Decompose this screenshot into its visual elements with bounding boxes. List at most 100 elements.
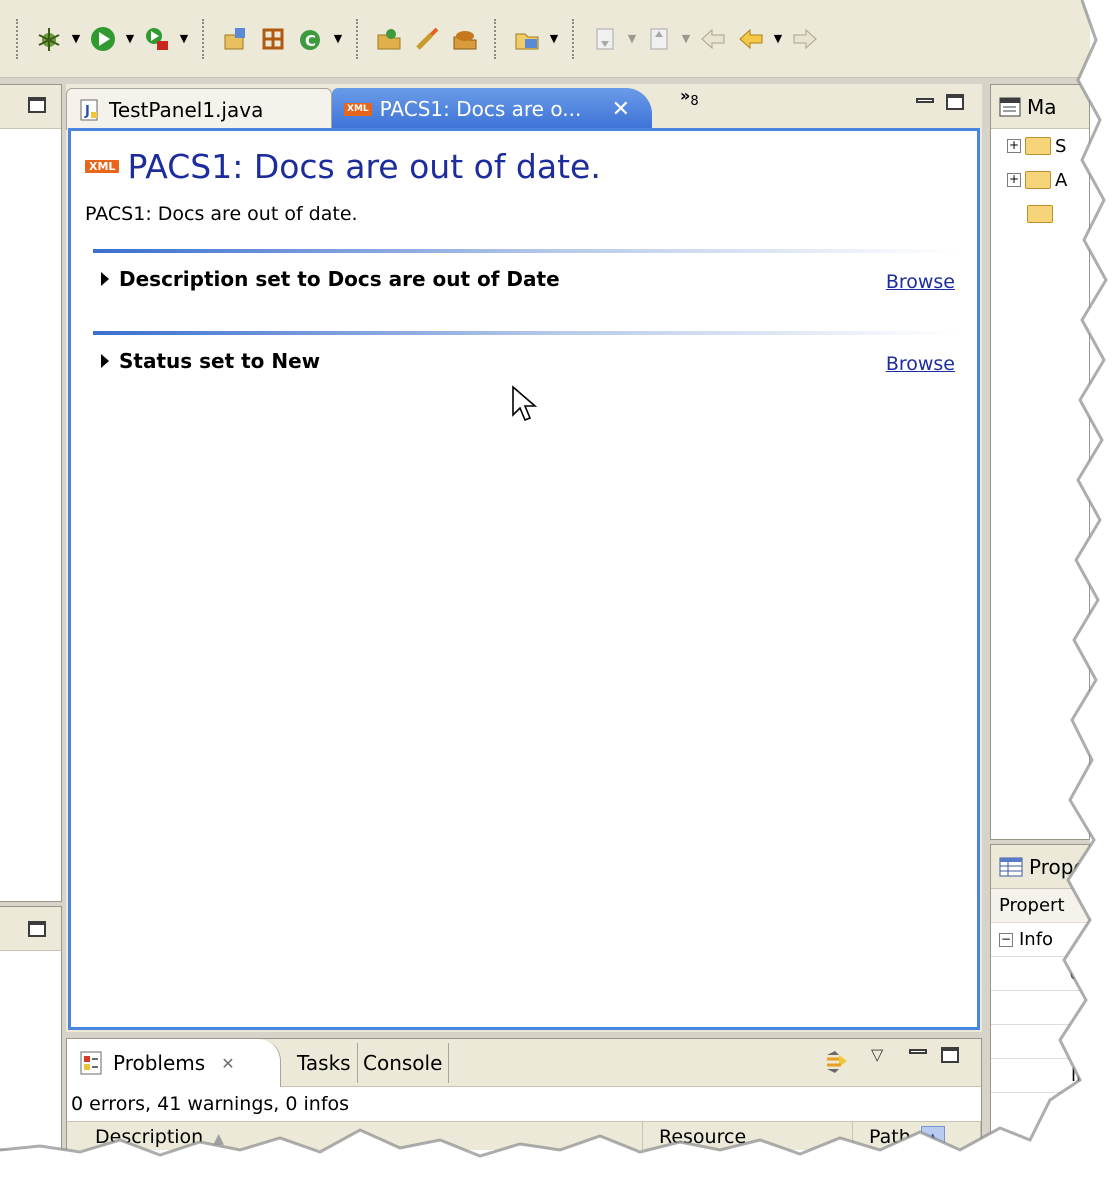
minimize-icon[interactable] bbox=[909, 1049, 927, 1054]
section-toggle[interactable]: Status set to New bbox=[101, 349, 320, 373]
section-description: Description set to Docs are out of Date … bbox=[93, 249, 959, 293]
right-view-upper-header[interactable]: Ma bbox=[991, 85, 1089, 129]
tab-testpanel1-java[interactable]: J TestPanel1.java bbox=[66, 88, 332, 130]
column-resource[interactable]: Resource bbox=[643, 1122, 853, 1150]
tab-overflow-chevron[interactable]: »8 bbox=[680, 86, 699, 109]
close-icon[interactable]: ✕ bbox=[612, 97, 630, 122]
open-perspective-dropdown-icon[interactable]: ▼ bbox=[548, 21, 560, 57]
tree-item-label: S bbox=[1055, 135, 1067, 157]
tab-label: Tasks bbox=[297, 1051, 351, 1075]
browse-link[interactable]: Browse bbox=[886, 353, 955, 375]
problems-table-header: Description ▲ Resource Path ▲ bbox=[67, 1121, 981, 1150]
toolbar-grip[interactable] bbox=[16, 18, 20, 59]
tree-item-label: A bbox=[1055, 169, 1068, 191]
last-edit-location-icon[interactable] bbox=[696, 21, 730, 57]
maximize-icon[interactable] bbox=[946, 94, 964, 110]
browse-link[interactable]: Browse bbox=[886, 271, 955, 293]
external-tools-icon[interactable] bbox=[140, 21, 174, 57]
toolbar-grip[interactable] bbox=[494, 18, 498, 59]
editor-area: J TestPanel1.java XML PACS1: Docs are o.… bbox=[66, 84, 982, 1032]
task-editor-form: XML PACS1: Docs are out of date. PACS1: … bbox=[68, 128, 980, 1030]
section-status: Status set to New Browse bbox=[93, 331, 959, 375]
xml-icon: XML bbox=[85, 160, 120, 173]
open-perspective-icon[interactable] bbox=[510, 21, 544, 57]
previous-annotation-icon[interactable] bbox=[642, 21, 676, 57]
toolbar-grip[interactable] bbox=[356, 18, 360, 59]
previous-annotation-dropdown-icon[interactable]: ▼ bbox=[680, 21, 692, 57]
debug-dropdown-icon[interactable]: ▼ bbox=[70, 21, 82, 57]
tree-item[interactable]: + A bbox=[991, 163, 1089, 197]
overflow-count: 8 bbox=[690, 94, 699, 110]
problems-summary: 0 errors, 41 warnings, 0 infos bbox=[71, 1093, 350, 1115]
tree-item[interactable]: + S bbox=[991, 129, 1089, 163]
problems-view: Problems ✕ Tasks Console ▽ 0 errors, 41 … bbox=[66, 1038, 982, 1150]
expand-arrow-icon[interactable] bbox=[101, 354, 109, 368]
section-heading: Status set to New bbox=[119, 349, 321, 373]
editor-tab-bar: J TestPanel1.java XML PACS1: Docs are o.… bbox=[66, 84, 982, 130]
open-task-icon[interactable] bbox=[448, 21, 482, 57]
view-title: Prope bbox=[1029, 854, 1086, 879]
column-label: Resource bbox=[659, 1126, 747, 1148]
close-icon[interactable]: ✕ bbox=[221, 1054, 234, 1073]
left-view-upper bbox=[0, 84, 62, 902]
open-type-icon[interactable] bbox=[372, 21, 406, 57]
new-project-icon[interactable] bbox=[218, 21, 252, 57]
problems-tab-bar: Problems ✕ Tasks Console ▽ bbox=[67, 1039, 981, 1087]
properties-view-header[interactable]: Prope bbox=[991, 845, 1089, 889]
column-label: Description bbox=[95, 1126, 204, 1148]
folder-icon bbox=[1025, 137, 1051, 155]
tree-item[interactable] bbox=[991, 197, 1089, 231]
toolbar-grip[interactable] bbox=[572, 18, 576, 59]
right-view-upper: Ma + S + A bbox=[990, 84, 1090, 840]
property-row[interactable]: d bbox=[991, 957, 1089, 991]
property-category[interactable]: − Info bbox=[991, 923, 1089, 957]
new-class-dropdown-icon[interactable]: ▼ bbox=[332, 21, 344, 57]
filter-icon[interactable] bbox=[823, 1049, 849, 1075]
svg-text:J: J bbox=[84, 104, 90, 119]
tab-problems[interactable]: Problems ✕ bbox=[67, 1039, 281, 1087]
view-title: Ma bbox=[1027, 94, 1057, 119]
back-icon[interactable] bbox=[734, 21, 768, 57]
run-dropdown-icon[interactable]: ▼ bbox=[124, 21, 136, 57]
properties-column-header[interactable]: Propert bbox=[991, 889, 1089, 923]
view-icon bbox=[999, 97, 1021, 116]
forward-icon[interactable] bbox=[788, 21, 822, 57]
next-annotation-dropdown-icon[interactable]: ▼ bbox=[626, 21, 638, 57]
new-class-icon[interactable]: C bbox=[294, 21, 328, 57]
maximize-icon[interactable] bbox=[28, 97, 46, 113]
minimize-icon[interactable] bbox=[916, 98, 934, 103]
collapse-icon[interactable]: − bbox=[999, 932, 1013, 947]
debug-icon[interactable] bbox=[32, 21, 66, 57]
tab-label: PACS1: Docs are o... bbox=[379, 97, 582, 121]
expand-icon[interactable]: + bbox=[1007, 139, 1021, 153]
tab-pacs1-docs[interactable]: XML PACS1: Docs are o... ✕ bbox=[332, 88, 652, 130]
expand-icon[interactable]: + bbox=[1007, 173, 1021, 187]
property-row[interactable]: li bbox=[991, 1059, 1089, 1093]
scroll-up-icon[interactable]: ▲ bbox=[920, 1126, 945, 1148]
tab-tasks[interactable]: Tasks bbox=[291, 1043, 358, 1083]
view-menu-icon[interactable]: ▽ bbox=[871, 1045, 883, 1064]
expand-arrow-icon[interactable] bbox=[101, 272, 109, 286]
mouse-cursor-icon bbox=[512, 385, 538, 422]
problems-icon bbox=[80, 1051, 102, 1075]
run-icon[interactable] bbox=[86, 21, 120, 57]
tab-console[interactable]: Console bbox=[357, 1043, 450, 1083]
search-icon[interactable] bbox=[410, 21, 444, 57]
java-file-icon: J bbox=[80, 99, 98, 120]
sort-ascending-icon: ▲ bbox=[213, 1131, 224, 1147]
toolbar-grip[interactable] bbox=[202, 18, 206, 59]
external-tools-dropdown-icon[interactable]: ▼ bbox=[178, 21, 190, 57]
maximize-icon[interactable] bbox=[941, 1047, 959, 1063]
next-annotation-icon[interactable] bbox=[588, 21, 622, 57]
column-description[interactable]: Description ▲ bbox=[67, 1122, 643, 1150]
property-row[interactable] bbox=[991, 991, 1089, 1025]
form-title-text: PACS1: Docs are out of date. bbox=[127, 147, 601, 186]
property-label: Info bbox=[1019, 929, 1054, 950]
property-row[interactable] bbox=[991, 1025, 1089, 1059]
svg-text:C: C bbox=[305, 32, 316, 50]
column-path[interactable]: Path ▲ bbox=[853, 1122, 981, 1150]
new-package-icon[interactable] bbox=[256, 21, 290, 57]
maximize-icon[interactable] bbox=[28, 921, 46, 937]
back-dropdown-icon[interactable]: ▼ bbox=[772, 21, 784, 57]
section-toggle[interactable]: Description set to Docs are out of Date bbox=[101, 267, 560, 291]
